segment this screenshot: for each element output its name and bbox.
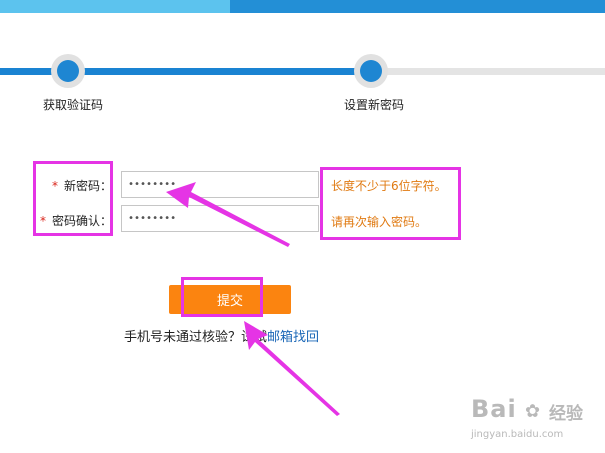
watermark-url: jingyan.baidu.com [471, 429, 564, 440]
submit-button[interactable]: 提交 [169, 285, 291, 314]
step-1-dot [57, 60, 79, 82]
top-banner [0, 0, 605, 13]
step-2-indicator [354, 54, 388, 88]
top-banner-right [230, 0, 605, 13]
confirm-password-label: * 密码确认： [40, 212, 112, 229]
alternate-recovery-text: 手机号未通过核验？试试 [124, 330, 268, 345]
paw-icon: ✿ [525, 401, 541, 422]
confirm-password-label-text: 密码确认： [52, 214, 113, 228]
step-1-label: 获取验证码 [43, 98, 104, 112]
step-2-label: 设置新密码 [344, 98, 405, 112]
new-password-label: * 新密码： [52, 177, 112, 194]
baidu-watermark: Bai ✿ 经验 jingyan.baidu.com [471, 395, 595, 447]
email-recovery-link[interactable]: 邮箱找回 [267, 330, 319, 345]
watermark-brand-cn: 经验 [549, 404, 583, 424]
alternate-recovery: 手机号未通过核验？试试邮箱找回 [124, 326, 319, 345]
top-banner-left [0, 0, 230, 13]
required-mark: * [40, 214, 46, 228]
confirm-password-hint: 请再次输入密码。 [331, 215, 428, 229]
progress-track-remaining [371, 68, 605, 75]
watermark-brand: Bai [471, 395, 517, 423]
required-mark: * [52, 179, 58, 193]
new-password-label-text: 新密码： [64, 179, 113, 193]
new-password-hint: 长度不少于6位字符。 [331, 179, 447, 193]
confirm-password-input[interactable] [121, 205, 319, 232]
step-2-dot [360, 60, 382, 82]
new-password-input[interactable] [121, 171, 319, 198]
step-1-indicator [51, 54, 85, 88]
